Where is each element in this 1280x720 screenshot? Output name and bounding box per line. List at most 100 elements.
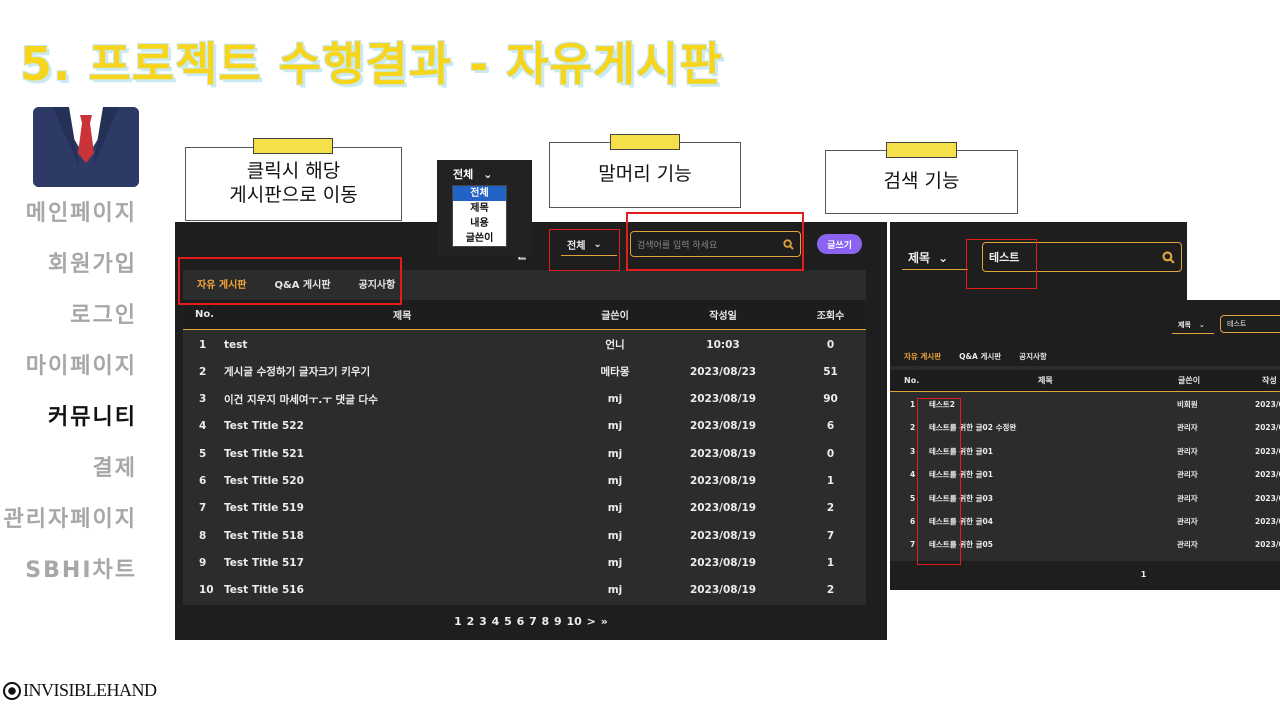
callout-prefix: 말머리 기능 <box>549 142 741 208</box>
highlight-search <box>626 212 804 271</box>
callout-tag <box>886 142 957 158</box>
table-row[interactable]: 5 Test Title 521 mj 2023/08/19 0 <box>183 440 866 467</box>
table-row[interactable]: 6 Test Title 520 mj 2023/08/19 1 <box>183 468 866 495</box>
search-demo-top: 제목 ⌄ 테스트 <box>890 222 1187 300</box>
table-row[interactable]: 8 Test Title 518 mj 2023/08/19 7 <box>183 522 866 549</box>
cell-views: 90 <box>823 393 838 406</box>
cell-title[interactable]: Test Title 516 <box>224 577 304 604</box>
cell-author: mj <box>607 556 623 569</box>
cell-no: 1 <box>199 338 207 351</box>
dropdown-option-content[interactable]: 내용 <box>453 216 506 231</box>
search-icon[interactable] <box>1162 250 1175 264</box>
dropdown-option-author[interactable]: 글쓴이 <box>453 231 506 246</box>
cell-date: 2023/08/19 <box>689 584 757 597</box>
cell-no: 8 <box>199 529 207 542</box>
sidebar-item-mypage[interactable]: 마이페이지 <box>4 349 137 400</box>
col-no: No. <box>904 376 920 385</box>
cell-views: 2 <box>826 584 835 597</box>
cell-no: 6 <box>199 475 207 487</box>
tab-notice[interactable]: 공지사항 <box>1019 351 1047 362</box>
cell-title[interactable]: Test Title 518 <box>224 522 304 549</box>
cell-author: 관리자 <box>1177 446 1198 456</box>
cell-author: 언니 <box>605 339 625 351</box>
cell-date: 2023/0 <box>1255 517 1280 526</box>
tab-qna-board[interactable]: Q&A 게시판 <box>959 351 1001 362</box>
cell-no: 3 <box>910 446 916 456</box>
cell-no: 5 <box>199 447 207 460</box>
table-row[interactable]: 4 Test Title 522 mj 2023/08/19 6 <box>183 413 866 440</box>
page-title: 5. 프로젝트 수행결과 - 자유게시판 <box>20 37 723 91</box>
sidebar-nav: 메인페이지 회원가입 로그인 마이페이지 커뮤니티 결제 관리자페이지 SBHI… <box>4 196 137 604</box>
cell-title[interactable]: Test Title 522 <box>224 413 304 440</box>
cell-views: 51 <box>823 365 838 378</box>
dropdown-select[interactable]: 전체 ⌄ <box>453 166 492 182</box>
cell-author: 관리자 <box>1177 470 1198 480</box>
callout-tag <box>610 134 680 150</box>
cell-date: 2023/0 <box>1255 423 1280 433</box>
cell-no: 3 <box>199 393 207 406</box>
cell-author: mj <box>607 502 623 515</box>
cell-no: 4 <box>199 420 207 433</box>
sidebar-item-login[interactable]: 로그인 <box>4 298 137 349</box>
cell-date: 2023/0 <box>1255 470 1280 480</box>
cell-author: mj <box>607 393 623 406</box>
cell-views: 1 <box>826 475 835 487</box>
logo-icon <box>3 681 21 700</box>
col-date: 작성 <box>1262 376 1277 385</box>
cell-date: 2023/08/19 <box>689 556 757 569</box>
sidebar-item-main[interactable]: 메인페이지 <box>4 196 137 247</box>
cell-no: 7 <box>199 502 207 515</box>
sidebar-item-community[interactable]: 커뮤니티 <box>4 400 137 451</box>
pagination[interactable]: 1 2 3 4 5 6 7 8 9 10 > » <box>175 615 887 628</box>
dropdown-option-title[interactable]: 제목 <box>453 201 506 216</box>
sidebar-item-admin[interactable]: 관리자페이지 <box>4 502 137 553</box>
cell-title[interactable]: Test Title 517 <box>224 549 304 576</box>
search-field-select-small[interactable]: 제목 ⌄ <box>1172 318 1214 334</box>
cell-date: 2023/08/23 <box>689 365 757 378</box>
table-row[interactable]: 7 Test Title 519 mj 2023/08/19 2 <box>183 495 866 522</box>
cell-no: 1 <box>910 400 916 409</box>
cell-date: 2023/08/19 <box>689 447 757 460</box>
cell-date: 2023/08/19 <box>689 393 757 406</box>
cell-author: 관리자 <box>1177 423 1198 433</box>
dropdown-option-all[interactable]: 전체 <box>453 186 506 201</box>
sidebar-item-payment[interactable]: 결제 <box>4 451 137 502</box>
table-row[interactable]: 3 이건 지우지 마세여ㅜ.ㅜ 댓글 다수 mj 2023/08/19 90 <box>183 386 866 413</box>
sidebar-item-chart[interactable]: SBHI차트 <box>4 553 137 604</box>
cell-views: 6 <box>826 420 835 433</box>
table-row[interactable]: 2 게시글 수정하기 글자크기 키우기 메타몽 2023/08/23 51 <box>183 358 866 385</box>
col-author: 글쓴이 <box>1178 376 1201 385</box>
table-row[interactable]: 1 test 언니 10:03 0 <box>183 331 866 358</box>
callout-tab-move-line2: 게시판으로 이동 <box>229 184 358 206</box>
search-query-small: 테스트 <box>1227 320 1247 328</box>
cell-title[interactable]: 게시글 수정하기 글자크기 키우기 <box>224 358 370 385</box>
sidebar-item-signup[interactable]: 회원가입 <box>4 247 137 298</box>
cell-author: 관리자 <box>1177 493 1198 503</box>
cell-date: 2023/0 <box>1255 446 1280 456</box>
search-field-value: 제목 <box>908 251 931 265</box>
table-row[interactable]: 9 Test Title 517 mj 2023/08/19 1 <box>183 549 866 576</box>
cell-title[interactable]: 이건 지우지 마세여ㅜ.ㅜ 댓글 다수 <box>224 386 378 413</box>
search-demo-pagination[interactable]: 1 <box>890 570 1280 579</box>
chevron-down-icon: ⌄ <box>1198 320 1205 329</box>
search-field-select[interactable]: 제목 ⌄ <box>902 248 968 270</box>
cell-no: 2 <box>199 365 207 378</box>
highlight-search-query <box>966 239 1037 289</box>
cell-title[interactable]: Test Title 519 <box>224 495 304 522</box>
cell-title[interactable]: Test Title 521 <box>224 440 304 467</box>
cell-author: 관리자 <box>1177 540 1198 550</box>
table-row[interactable]: 10 Test Title 516 mj 2023/08/19 2 <box>183 577 866 604</box>
brand-name: INVISIBLEHAND <box>23 680 157 700</box>
cell-no: 9 <box>199 556 207 569</box>
cell-title[interactable]: Test Title 520 <box>224 468 304 495</box>
cell-date: 2023/08/19 <box>689 502 757 515</box>
write-button[interactable]: 글쓰기 <box>817 234 862 254</box>
cell-author: 비회원 <box>1177 400 1198 409</box>
search-input-small[interactable]: 테스트 <box>1220 315 1280 333</box>
chevron-down-icon: ⌄ <box>938 250 949 265</box>
cell-title[interactable]: test <box>224 331 247 358</box>
brand-logo: INVISIBLEHAND <box>3 680 157 701</box>
cell-author: mj <box>607 584 623 597</box>
tab-free-board[interactable]: 자유 게시판 <box>904 351 941 362</box>
dropdown-selected-value: 전체 <box>453 168 474 181</box>
